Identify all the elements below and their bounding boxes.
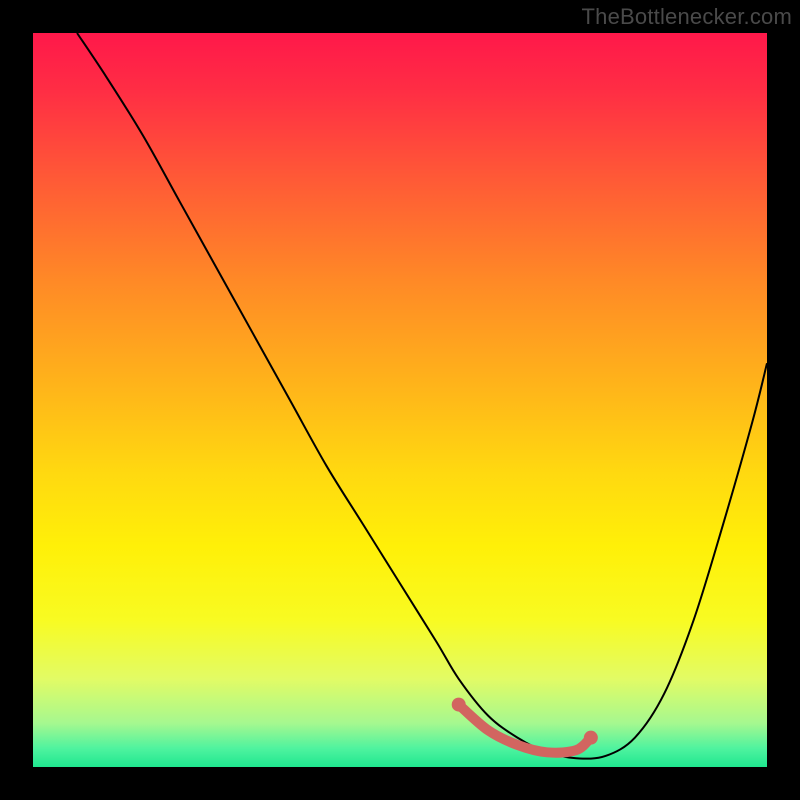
bottleneck-curve: [77, 33, 767, 759]
plot-area: [33, 33, 767, 767]
optimal-range-line: [459, 705, 591, 753]
curve-svg: [33, 33, 767, 767]
optimal-range-end-dot: [584, 731, 598, 745]
watermark-text: TheBottlenecker.com: [582, 4, 792, 30]
chart-frame: TheBottlenecker.com: [0, 0, 800, 800]
optimal-range-start-dot: [452, 698, 466, 712]
